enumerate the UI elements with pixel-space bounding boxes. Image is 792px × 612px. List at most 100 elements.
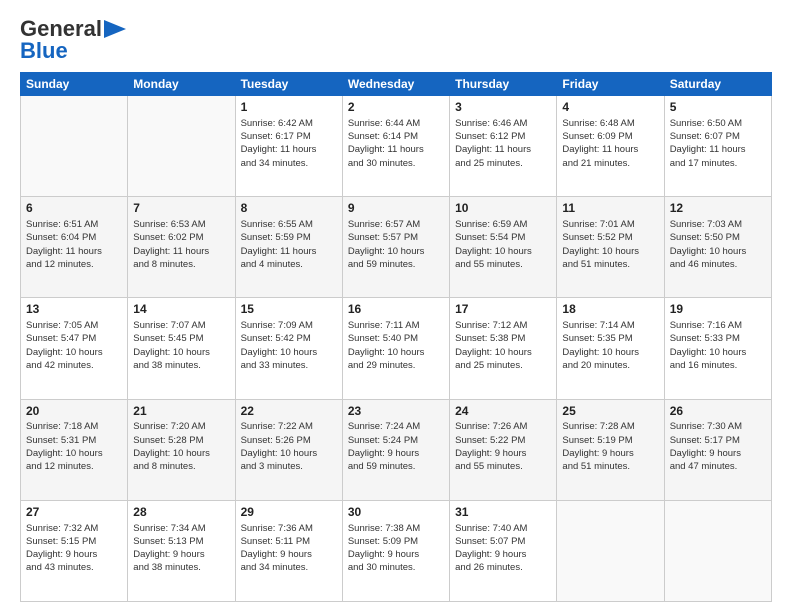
day-number: 30: [348, 504, 444, 521]
day-info-line: Sunrise: 7:07 AM: [133, 319, 229, 332]
day-info-line: Sunset: 5:40 PM: [348, 332, 444, 345]
day-info-line: Sunset: 5:59 PM: [241, 231, 337, 244]
weekday-header: Wednesday: [342, 73, 449, 96]
day-number: 10: [455, 200, 551, 217]
day-info-line: and 21 minutes.: [562, 157, 658, 170]
day-number: 11: [562, 200, 658, 217]
day-info-line: Daylight: 10 hours: [348, 245, 444, 258]
day-info-line: Daylight: 11 hours: [241, 245, 337, 258]
day-info-line: and 4 minutes.: [241, 258, 337, 271]
day-info-line: Daylight: 10 hours: [348, 346, 444, 359]
calendar-cell: 5Sunrise: 6:50 AMSunset: 6:07 PMDaylight…: [664, 96, 771, 197]
day-number: 16: [348, 301, 444, 318]
day-info-line: Daylight: 10 hours: [455, 346, 551, 359]
calendar-cell: 10Sunrise: 6:59 AMSunset: 5:54 PMDayligh…: [450, 197, 557, 298]
calendar-cell: 6Sunrise: 6:51 AMSunset: 6:04 PMDaylight…: [21, 197, 128, 298]
day-info-line: Sunset: 5:45 PM: [133, 332, 229, 345]
day-info-line: and 25 minutes.: [455, 157, 551, 170]
calendar-cell: 19Sunrise: 7:16 AMSunset: 5:33 PMDayligh…: [664, 298, 771, 399]
day-info-line: Daylight: 9 hours: [133, 548, 229, 561]
day-info-line: and 26 minutes.: [455, 561, 551, 574]
calendar-cell: 11Sunrise: 7:01 AMSunset: 5:52 PMDayligh…: [557, 197, 664, 298]
weekday-header-row: SundayMondayTuesdayWednesdayThursdayFrid…: [21, 73, 772, 96]
calendar-cell: 1Sunrise: 6:42 AMSunset: 6:17 PMDaylight…: [235, 96, 342, 197]
day-info-line: Daylight: 9 hours: [670, 447, 766, 460]
day-info-line: Sunset: 5:28 PM: [133, 434, 229, 447]
day-info-line: Sunset: 5:17 PM: [670, 434, 766, 447]
calendar-cell: 18Sunrise: 7:14 AMSunset: 5:35 PMDayligh…: [557, 298, 664, 399]
day-info-line: Sunset: 5:33 PM: [670, 332, 766, 345]
day-info-line: Sunset: 5:50 PM: [670, 231, 766, 244]
day-info-line: Sunrise: 7:03 AM: [670, 218, 766, 231]
calendar-cell: 7Sunrise: 6:53 AMSunset: 6:02 PMDaylight…: [128, 197, 235, 298]
day-info-line: Sunset: 5:54 PM: [455, 231, 551, 244]
day-info-line: Sunrise: 7:20 AM: [133, 420, 229, 433]
page: General Blue SundayMondayTuesdayWednesda…: [0, 0, 792, 612]
day-info-line: and 30 minutes.: [348, 561, 444, 574]
day-info-line: Sunset: 6:07 PM: [670, 130, 766, 143]
day-number: 7: [133, 200, 229, 217]
day-info-line: Sunrise: 7:28 AM: [562, 420, 658, 433]
day-info-line: Sunset: 5:15 PM: [26, 535, 122, 548]
day-info-line: Sunrise: 6:48 AM: [562, 117, 658, 130]
day-number: 28: [133, 504, 229, 521]
day-info-line: Sunset: 5:42 PM: [241, 332, 337, 345]
day-info-line: Sunrise: 7:36 AM: [241, 522, 337, 535]
day-info-line: Daylight: 11 hours: [26, 245, 122, 258]
day-info-line: Sunset: 5:38 PM: [455, 332, 551, 345]
calendar-week-row: 13Sunrise: 7:05 AMSunset: 5:47 PMDayligh…: [21, 298, 772, 399]
day-info-line: Sunrise: 7:09 AM: [241, 319, 337, 332]
day-number: 19: [670, 301, 766, 318]
day-number: 6: [26, 200, 122, 217]
day-info-line: Sunset: 5:35 PM: [562, 332, 658, 345]
day-info-line: Daylight: 10 hours: [26, 447, 122, 460]
day-number: 18: [562, 301, 658, 318]
logo: General Blue: [20, 16, 126, 64]
day-info-line: Sunset: 6:04 PM: [26, 231, 122, 244]
day-info-line: and 42 minutes.: [26, 359, 122, 372]
day-info-line: Daylight: 9 hours: [455, 447, 551, 460]
weekday-header: Monday: [128, 73, 235, 96]
day-number: 25: [562, 403, 658, 420]
day-info-line: and 8 minutes.: [133, 258, 229, 271]
calendar-cell: 20Sunrise: 7:18 AMSunset: 5:31 PMDayligh…: [21, 399, 128, 500]
calendar-cell: 2Sunrise: 6:44 AMSunset: 6:14 PMDaylight…: [342, 96, 449, 197]
day-info-line: Sunrise: 6:55 AM: [241, 218, 337, 231]
day-info-line: and 12 minutes.: [26, 460, 122, 473]
day-info-line: Sunset: 5:07 PM: [455, 535, 551, 548]
day-info-line: and 16 minutes.: [670, 359, 766, 372]
logo-blue: Blue: [20, 38, 68, 64]
calendar-week-row: 6Sunrise: 6:51 AMSunset: 6:04 PMDaylight…: [21, 197, 772, 298]
day-number: 20: [26, 403, 122, 420]
day-info-line: and 29 minutes.: [348, 359, 444, 372]
day-info-line: Sunrise: 7:32 AM: [26, 522, 122, 535]
day-info-line: and 51 minutes.: [562, 460, 658, 473]
day-info-line: Sunrise: 7:22 AM: [241, 420, 337, 433]
calendar-cell: 8Sunrise: 6:55 AMSunset: 5:59 PMDaylight…: [235, 197, 342, 298]
calendar-cell: 28Sunrise: 7:34 AMSunset: 5:13 PMDayligh…: [128, 500, 235, 601]
calendar-cell: 13Sunrise: 7:05 AMSunset: 5:47 PMDayligh…: [21, 298, 128, 399]
day-info-line: and 12 minutes.: [26, 258, 122, 271]
day-number: 31: [455, 504, 551, 521]
calendar-cell: 4Sunrise: 6:48 AMSunset: 6:09 PMDaylight…: [557, 96, 664, 197]
day-info-line: Daylight: 10 hours: [670, 245, 766, 258]
day-number: 27: [26, 504, 122, 521]
calendar-cell: 27Sunrise: 7:32 AMSunset: 5:15 PMDayligh…: [21, 500, 128, 601]
day-info-line: and 33 minutes.: [241, 359, 337, 372]
day-number: 23: [348, 403, 444, 420]
day-info-line: Sunrise: 7:05 AM: [26, 319, 122, 332]
calendar-cell: 21Sunrise: 7:20 AMSunset: 5:28 PMDayligh…: [128, 399, 235, 500]
calendar-week-row: 27Sunrise: 7:32 AMSunset: 5:15 PM Dayligh…: [21, 500, 772, 601]
day-number: 12: [670, 200, 766, 217]
logo-arrow-icon: [104, 20, 126, 38]
day-info-line: Daylight: 11 hours: [562, 143, 658, 156]
day-info-line: Daylight: 11 hours: [455, 143, 551, 156]
day-info-line: Sunset: 5:26 PM: [241, 434, 337, 447]
day-info-line: and 55 minutes.: [455, 258, 551, 271]
day-info-line: Sunrise: 6:53 AM: [133, 218, 229, 231]
day-number: 24: [455, 403, 551, 420]
day-info-line: Sunrise: 6:44 AM: [348, 117, 444, 130]
day-info-line: Daylight: 11 hours: [133, 245, 229, 258]
day-info-line: Sunrise: 7:12 AM: [455, 319, 551, 332]
header: General Blue: [20, 16, 772, 64]
